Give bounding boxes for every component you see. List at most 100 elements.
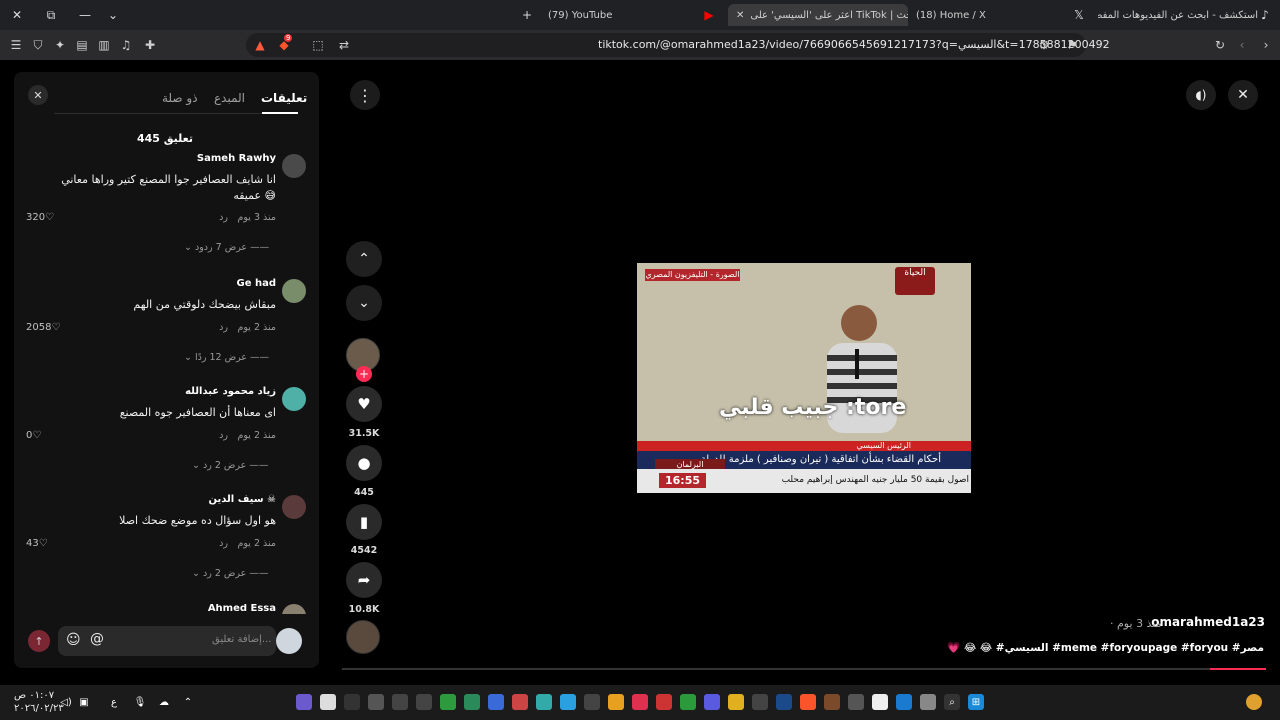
comment-author[interactable]: Sameh Rawhy <box>197 153 276 164</box>
new-tab-icon[interactable]: + <box>518 6 536 24</box>
network-icon[interactable]: ▣ <box>76 694 92 710</box>
avatar[interactable] <box>282 495 306 519</box>
sidebar-icon[interactable]: ▥ <box>96 37 112 53</box>
app-icon[interactable] <box>656 694 672 710</box>
puzzle-icon[interactable]: ✚ <box>142 37 158 53</box>
steam-icon[interactable] <box>776 694 792 710</box>
url-text[interactable]: tiktok.com/@omarahmed1a23/video/76690665… <box>598 38 1110 51</box>
menu-icon[interactable]: ☰ <box>8 37 24 53</box>
tab-x-home[interactable]: (18) Home / X <box>916 4 1066 26</box>
edge-icon[interactable] <box>896 694 912 710</box>
reply-button[interactable]: رد <box>219 212 228 223</box>
tab-tiktok-explore[interactable]: استكشف - ابحث عن الفيديوهات المفضلة <box>1098 4 1258 26</box>
microphone-icon[interactable]: 🎙 <box>132 694 148 710</box>
app-icon[interactable] <box>824 694 840 710</box>
tab-comments[interactable]: تعليقات <box>261 91 307 105</box>
comment-author[interactable]: سيف الدين ☠ <box>209 494 276 505</box>
reload-icon[interactable]: ↻ <box>1212 37 1228 53</box>
avatar[interactable] <box>282 387 306 411</box>
app-icon[interactable] <box>368 694 384 710</box>
app-icon[interactable] <box>488 694 504 710</box>
tab-youtube[interactable]: (79) YouTube <box>548 4 688 26</box>
reply-button[interactable]: رد <box>219 430 228 441</box>
app-icon[interactable] <box>704 694 720 710</box>
xbox-icon[interactable] <box>680 694 696 710</box>
app-icon[interactable] <box>920 694 936 710</box>
back-icon[interactable]: › <box>1258 37 1274 53</box>
tab-list-chevron-icon[interactable]: ⌄ <box>104 6 122 24</box>
app-icon[interactable] <box>536 694 552 710</box>
telegram-icon[interactable] <box>560 694 576 710</box>
translate-icon[interactable]: ⇄ <box>336 37 352 53</box>
excel-icon[interactable] <box>440 694 456 710</box>
music-icon[interactable]: ♫ <box>118 37 134 53</box>
comment-author[interactable]: زياد محمود عبدالله <box>185 386 276 397</box>
avatar[interactable] <box>282 604 306 614</box>
close-video-icon[interactable]: ✕ <box>1228 80 1258 110</box>
volume-icon[interactable]: ◖) <box>1186 80 1216 110</box>
follow-button[interactable]: + <box>356 366 372 382</box>
comment-button[interactable]: ● <box>346 445 382 481</box>
file-icon[interactable] <box>320 694 336 710</box>
weather-icon[interactable] <box>1246 694 1262 710</box>
app-icon[interactable] <box>416 694 432 710</box>
like-comment-button[interactable]: 2058♡ <box>26 322 60 333</box>
app-icon[interactable] <box>632 694 648 710</box>
send-comment-button[interactable]: ↑ <box>28 630 50 652</box>
app-icon[interactable] <box>728 694 744 710</box>
taskbar-clock[interactable]: ٠١:٠٧ ص ٢٠٢٦/٠٢/٢٣ <box>14 689 64 715</box>
view-replies-button[interactable]: ⌄ عرض 7 ردود —— <box>184 242 269 253</box>
app-icon[interactable] <box>584 694 600 710</box>
app-icon[interactable] <box>512 694 528 710</box>
tab-related[interactable]: ذو صلة <box>162 91 198 105</box>
video-player[interactable]: الصورة - التليفزيون المصري الحياة جبيب ق… <box>637 263 971 493</box>
close-window-icon[interactable]: ✕ <box>8 6 26 24</box>
tab-creator[interactable]: المبدع <box>214 91 245 105</box>
close-tab-icon[interactable]: ✕ <box>736 10 744 21</box>
avatar[interactable] <box>282 154 306 178</box>
like-comment-button[interactable]: 320♡ <box>26 212 54 223</box>
shield-icon[interactable]: ⛉ <box>30 37 46 53</box>
more-options-button[interactable]: ⋮ <box>350 80 380 110</box>
language-indicator[interactable]: ع <box>106 694 122 710</box>
bookmark-icon[interactable]: ⚑ <box>1064 37 1080 53</box>
app-icon[interactable] <box>752 694 768 710</box>
app-icon[interactable] <box>296 694 312 710</box>
restore-icon[interactable]: ⧉ <box>42 6 60 24</box>
app-icon[interactable] <box>344 694 360 710</box>
view-replies-button[interactable]: ⌄ عرض 2 رد —— <box>192 460 268 471</box>
store-icon[interactable] <box>872 694 888 710</box>
next-video-button[interactable]: ⌄ <box>346 285 382 321</box>
tray-chevron-icon[interactable]: ⌃ <box>180 694 196 710</box>
onedrive-icon[interactable]: ☁ <box>156 694 172 710</box>
app-icon[interactable] <box>608 694 624 710</box>
like-comment-button[interactable]: 0♡ <box>26 430 41 441</box>
view-replies-button[interactable]: ⌄ عرض 12 ردًا —— <box>184 352 269 363</box>
site-settings-icon[interactable]: ⚙ <box>1036 37 1052 53</box>
video-author[interactable]: omarahmed1a23 <box>1151 615 1265 629</box>
emoji-icon[interactable]: ☺ <box>66 632 81 648</box>
avatar[interactable] <box>282 279 306 303</box>
wallet-icon[interactable]: ▤ <box>74 37 90 53</box>
tab-tiktok-search[interactable]: ✕ اعثر على 'السيسي' على TikTok | بحث <box>728 4 908 26</box>
video-progress-track[interactable] <box>342 668 1266 670</box>
like-button[interactable]: ♥ <box>346 386 382 422</box>
minimize-icon[interactable]: — <box>76 6 94 24</box>
brave-icon[interactable] <box>800 694 816 710</box>
reply-button[interactable]: رد <box>219 538 228 549</box>
reply-button[interactable]: رد <box>219 322 228 333</box>
comment-author[interactable]: Ge had <box>237 278 277 289</box>
rewards-icon[interactable]: ▲ <box>252 37 268 53</box>
comment-author[interactable]: Ahmed Essa <box>208 604 276 614</box>
forward-icon[interactable]: ‹ <box>1234 37 1250 53</box>
view-replies-button[interactable]: ⌄ عرض 2 رد —— <box>192 568 268 579</box>
share-button[interactable]: ➦ <box>346 562 382 598</box>
app-icon[interactable] <box>392 694 408 710</box>
save-button[interactable]: ▮ <box>346 504 382 540</box>
extensions-icon[interactable]: ✦ <box>52 37 68 53</box>
app-icon[interactable] <box>464 694 480 710</box>
mention-icon[interactable]: @ <box>90 631 104 647</box>
start-icon[interactable]: ⊞ <box>968 694 984 710</box>
speaker-icon[interactable]: ◁) <box>58 694 74 710</box>
search-icon[interactable]: ⌕ <box>944 694 960 710</box>
